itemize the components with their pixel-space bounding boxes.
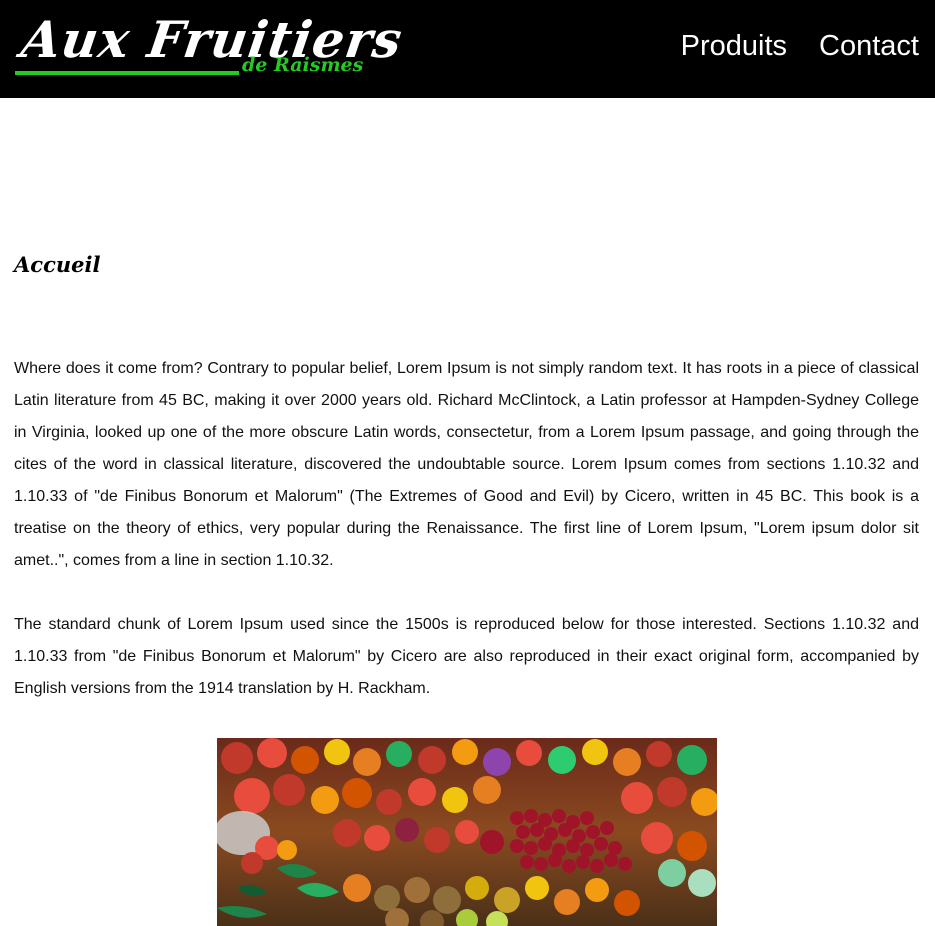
page-title: Accueil — [14, 252, 101, 277]
main-nav: Produits Contact — [681, 30, 919, 63]
logo-sub-text: de Raismes — [242, 54, 364, 76]
content-paragraph: Where does it come from? Contrary to pop… — [14, 360, 919, 569]
nav-link-produits[interactable]: Produits — [681, 30, 787, 63]
logo-underline — [15, 71, 239, 75]
fruit-market-illustration — [217, 738, 717, 926]
nav-link-contact[interactable]: Contact — [819, 30, 919, 63]
main-content: Where does it come from? Contrary to pop… — [14, 353, 919, 737]
site-header: Aux Fruitiers de Raismes Produits Contac… — [0, 0, 935, 98]
site-logo[interactable]: Aux Fruitiers de Raismes — [12, 4, 406, 84]
fruit-market-image — [217, 738, 717, 926]
content-paragraph: The standard chunk of Lorem Ipsum used s… — [14, 616, 919, 697]
